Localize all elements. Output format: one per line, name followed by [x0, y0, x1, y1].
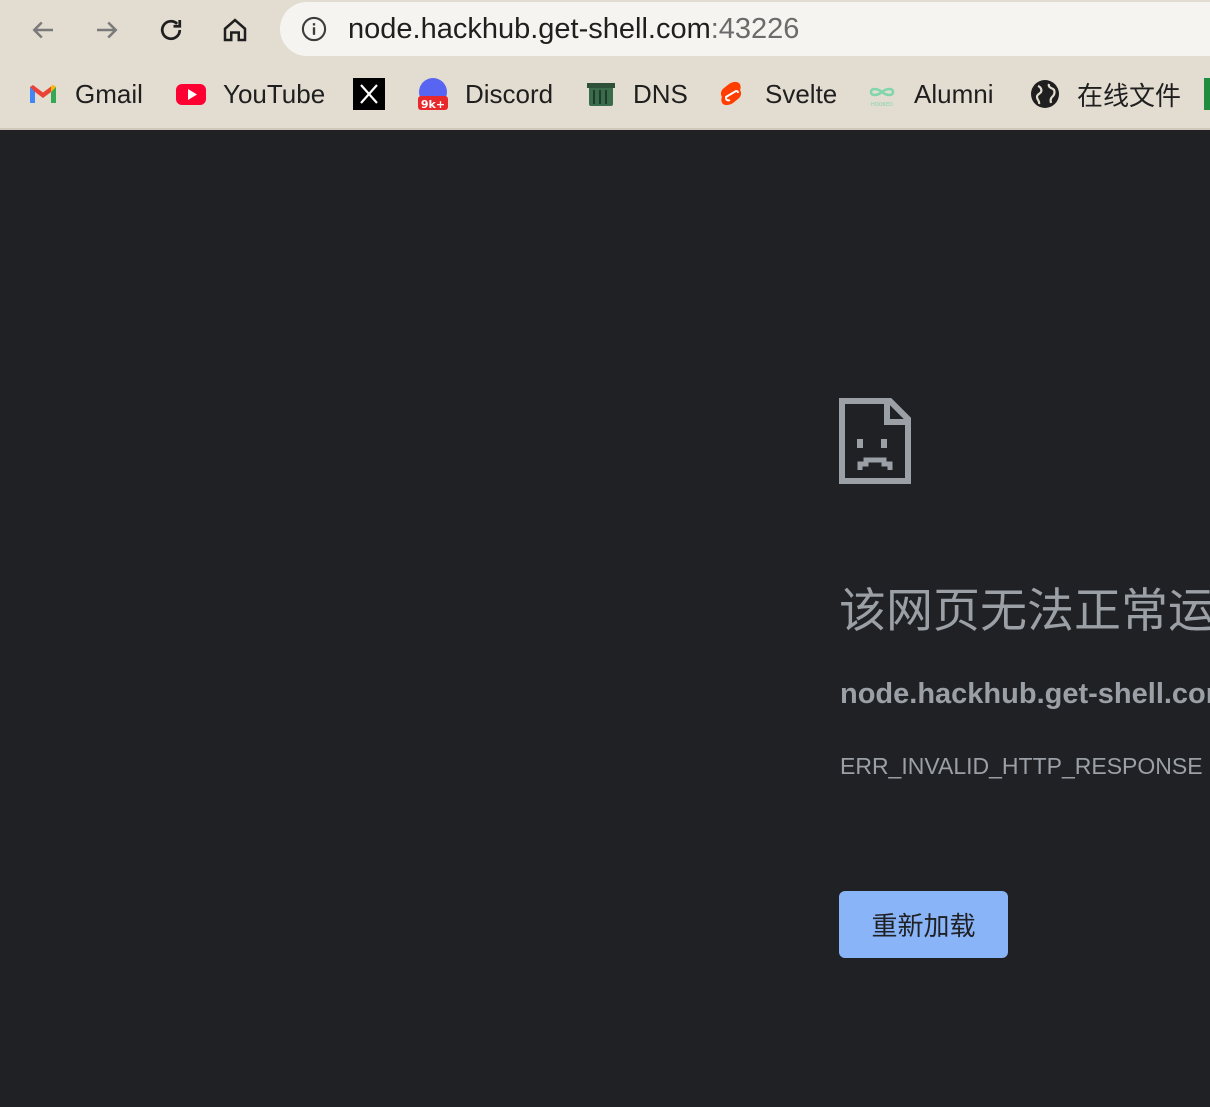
bookmark-gmail[interactable]: Gmail [27, 76, 143, 112]
sad-page-icon [839, 398, 911, 484]
bookmarks-bar: Gmail YouTube 9k+ Discord DNS Svelte HOO… [0, 60, 1210, 130]
bookmark-x[interactable] [353, 76, 401, 112]
bookmark-online-files[interactable]: 在线文件 [1029, 76, 1181, 112]
bookmark-label: Gmail [75, 78, 143, 109]
browser-toolbar: node.hackhub.get-shell.com:43226 [0, 0, 1210, 60]
back-button[interactable] [21, 8, 65, 52]
url-text[interactable]: node.hackhub.get-shell.com:43226 [348, 12, 799, 46]
forward-button[interactable] [85, 8, 129, 52]
bookmark-label: Svelte [765, 78, 838, 109]
address-bar[interactable]: node.hackhub.get-shell.com:43226 [280, 2, 1210, 56]
gmail-icon [27, 78, 59, 110]
home-button[interactable] [213, 8, 257, 52]
bookmark-label: 在线文件 [1077, 80, 1182, 111]
globe-icon [1029, 78, 1061, 110]
bookmark-dns[interactable]: DNS [585, 76, 688, 112]
bookmark-svelte[interactable]: Svelte [717, 76, 837, 112]
bookmark-label: Alumni [914, 78, 994, 109]
refresh-icon [160, 19, 182, 41]
url-port: :43226 [710, 13, 800, 45]
error-host: node.hackhub.get-shell.com [840, 678, 1210, 710]
url-host: node.hackhub.get-shell.com [348, 13, 711, 45]
error-code: ERR_INVALID_HTTP_RESPONSE [840, 753, 1203, 779]
bookmark-label: DNS [633, 78, 688, 109]
reload-toolbar-button[interactable] [149, 8, 193, 52]
error-title: 该网页无法正常运作 [839, 584, 1210, 637]
home-icon [223, 18, 247, 42]
hooked-icon: HOOKED [866, 78, 898, 110]
svg-text:9k+: 9k+ [421, 98, 445, 110]
youtube-icon [175, 78, 207, 110]
x-icon [353, 78, 385, 110]
bookmark-label: Discord [465, 78, 554, 109]
bookmark-youtube[interactable]: YouTube [175, 76, 325, 112]
reload-button[interactable]: 重新加载 [839, 891, 1008, 958]
bookmark-alumni[interactable]: HOOKED Alumni [866, 76, 993, 112]
svg-text:HOOKED: HOOKED [871, 102, 893, 108]
discord-icon: 9k+ [417, 78, 449, 110]
svelte-icon [717, 78, 749, 110]
dns-icon [585, 78, 617, 110]
arrow-right-icon [97, 21, 118, 39]
bookmark-label: YouTube [223, 78, 326, 109]
info-icon[interactable] [300, 15, 328, 43]
bookmark-discord[interactable]: 9k+ Discord [417, 76, 553, 112]
bookmark-overflow[interactable] [1204, 76, 1210, 112]
arrow-left-icon [32, 21, 53, 39]
bookmark-icon-partial [1204, 78, 1210, 110]
